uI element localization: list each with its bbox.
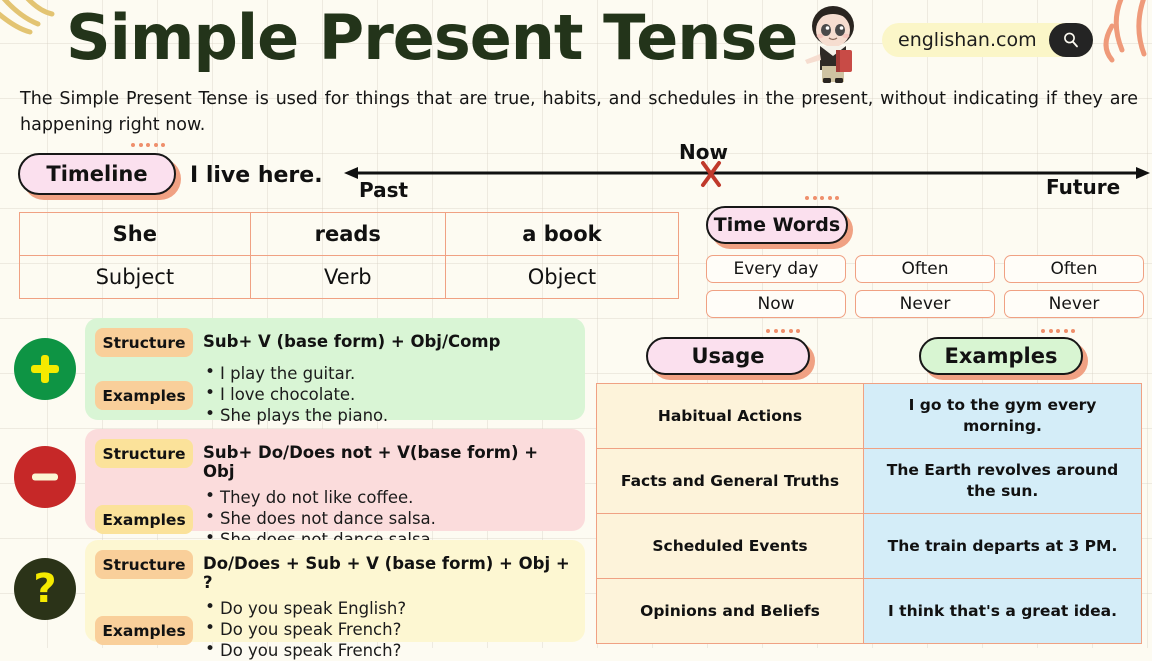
example-cell: I think that's a great idea. [863, 578, 1142, 644]
svo-object-example: a book [444, 212, 680, 256]
usage-cell: Habitual Actions [596, 383, 864, 449]
usage-pill-label: Usage [691, 344, 765, 368]
positive-form-icon [14, 338, 76, 400]
search-icon[interactable] [1048, 23, 1093, 57]
usage-examples-table: Habitual Actions I go to the gym every m… [596, 383, 1142, 644]
question-form-icon: ? [14, 558, 76, 620]
time-word-box: Often [1004, 255, 1144, 283]
examples-pill-label: Examples [944, 344, 1058, 368]
usage-cell: Opinions and Beliefs [596, 578, 864, 644]
example-item: She does not dance salsa. [203, 507, 436, 529]
time-word-box: Often [855, 255, 995, 283]
usage-pill: Usage [646, 337, 810, 375]
svo-role-row: Subject Verb Object [19, 255, 680, 299]
timeline-pill-dots [131, 143, 165, 147]
negative-structure-badge: Structure [95, 439, 193, 468]
page-title: Simple Present Tense [66, 1, 798, 74]
timeline-future-label: Future [1046, 175, 1121, 199]
time-words-pill: Time Words [706, 206, 848, 244]
positive-structure-text: Sub+ V (base form) + Obj/Comp [203, 332, 501, 351]
example-item: They do not like coffee. [203, 486, 436, 508]
positive-examples-list: I play the guitar. I love chocolate. She… [193, 362, 388, 426]
example-cell: The train departs at 3 PM. [863, 513, 1142, 579]
time-word-box: Never [855, 290, 995, 318]
examples-pill: Examples [919, 337, 1083, 375]
example-item: Do you speak French? [203, 618, 406, 640]
timeline-sentence: I live here. [190, 163, 323, 188]
positive-form-panel: Structure Sub+ V (base form) + Obj/Comp … [85, 318, 585, 425]
question-form-panel: Structure Do/Does + Sub + V (base form) … [85, 540, 585, 660]
table-row: Facts and General Truths The Earth revol… [596, 448, 1142, 514]
brand-name: englishan.com [898, 29, 1037, 51]
example-item: Do you speak French? [203, 639, 406, 661]
time-words-row: Every day Often Often [706, 255, 1144, 283]
page-subtitle: The Simple Present Tense is used for thi… [20, 89, 1138, 135]
question-mark-icon: ? [33, 566, 57, 612]
svo-example-row: She reads a book [19, 212, 680, 256]
positive-examples-badge: Examples [95, 381, 193, 410]
svo-table: She reads a book Subject Verb Object [19, 212, 680, 299]
example-cell: I go to the gym every morning. [863, 383, 1142, 449]
question-structure-badge: Structure [95, 550, 193, 579]
table-row: Scheduled Events The train departs at 3 … [596, 513, 1142, 579]
timeline-now-label: Now [679, 140, 728, 164]
svo-subject-example: She [19, 212, 251, 256]
usage-cell: Facts and General Truths [596, 448, 864, 514]
example-item: I play the guitar. [203, 362, 388, 384]
table-row: Habitual Actions I go to the gym every m… [596, 383, 1142, 449]
timeline-pill: Timeline [18, 153, 176, 195]
example-item: I love chocolate. [203, 383, 388, 405]
brand-search-bar[interactable]: englishan.com [882, 23, 1093, 57]
question-examples-badge: Examples [95, 616, 193, 645]
time-word-box: Every day [706, 255, 846, 283]
time-words-grid: Every day Often Often Now Never Never [706, 255, 1144, 325]
timeline-past-label: Past [359, 178, 409, 202]
question-examples-list: Do you speak English? Do you speak Frenc… [193, 597, 406, 661]
time-words-row: Now Never Never [706, 290, 1144, 318]
positive-structure-badge: Structure [95, 328, 193, 357]
infographic-page: Simple Present Tense englishan.com The S… [0, 0, 1152, 660]
example-item: She plays the piano. [203, 404, 388, 426]
time-word-box: Never [1004, 290, 1144, 318]
squiggle-decoration-top-left [0, 0, 55, 35]
example-item: Do you speak English? [203, 597, 406, 619]
usage-cell: Scheduled Events [596, 513, 864, 579]
svo-object-role: Object [444, 255, 680, 299]
svo-verb-example: reads [249, 212, 446, 256]
time-words-pill-dots [805, 196, 839, 200]
question-structure-text: Do/Does + Sub + V (base form) + Obj + ? [203, 554, 570, 592]
table-row: Opinions and Beliefs I think that's a gr… [596, 578, 1142, 644]
timeline-axis [344, 161, 1150, 187]
svo-subject-role: Subject [19, 255, 251, 299]
examples-pill-dots [1041, 329, 1075, 333]
negative-form-panel: Structure Sub+ Do/Does not + V(base form… [85, 429, 585, 549]
time-words-pill-label: Time Words [713, 214, 841, 236]
plus-icon [31, 355, 59, 383]
negative-structure-text: Sub+ Do/Does not + V(base form) + Obj [203, 443, 539, 481]
minus-icon [32, 473, 58, 481]
usage-pill-dots [766, 329, 800, 333]
negative-examples-badge: Examples [95, 505, 193, 534]
negative-form-icon [14, 446, 76, 508]
svo-verb-role: Verb [249, 255, 446, 299]
time-word-box: Now [706, 290, 846, 318]
student-mascot [805, 6, 854, 83]
timeline-pill-label: Timeline [46, 162, 148, 186]
example-cell: The Earth revolves around the sun. [863, 448, 1142, 514]
